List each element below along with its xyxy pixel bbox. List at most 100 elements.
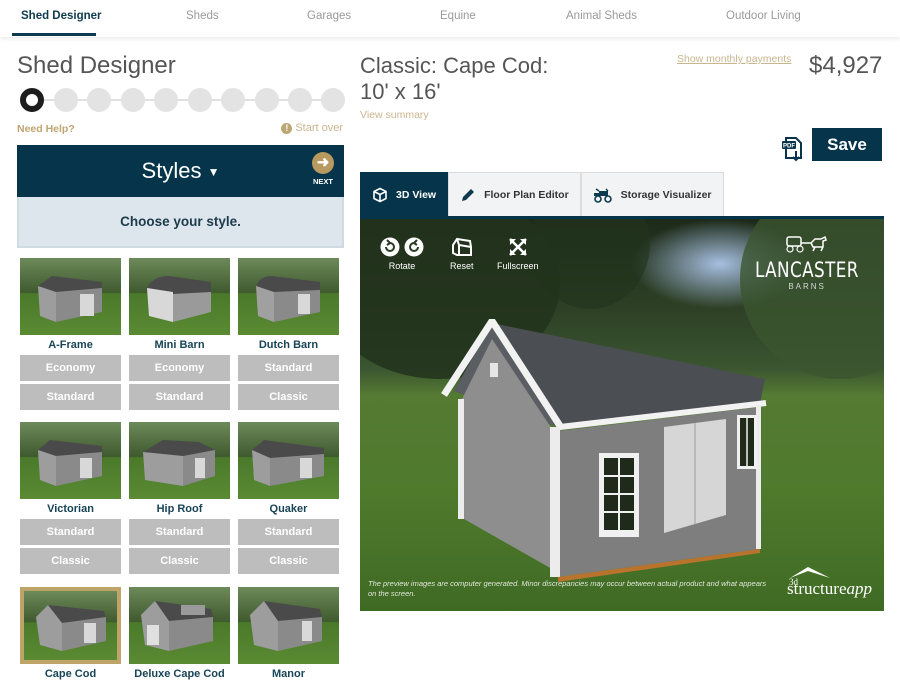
nav-animal-sheds[interactable]: Animal Sheds	[566, 10, 637, 22]
nav-equine[interactable]: Equine	[440, 10, 476, 22]
nav-outdoor-living[interactable]: Outdoor Living	[726, 10, 801, 22]
step-4[interactable]	[120, 88, 145, 112]
option-button[interactable]: Standard	[238, 355, 339, 381]
style-name[interactable]: Quaker	[238, 503, 339, 517]
shed-3d-model	[441, 319, 767, 582]
style-thumbnail[interactable]	[238, 258, 339, 335]
tab-label: 3D View	[396, 188, 437, 201]
step-3[interactable]	[87, 88, 111, 112]
option-button[interactable]: Classic	[238, 384, 339, 410]
product-title: Classic: Cape Cod: 10' x 16'	[360, 53, 620, 105]
style-thumbnail[interactable]	[238, 587, 339, 664]
nav-garages[interactable]: Garages	[307, 10, 351, 22]
powered-by-suffix: app	[846, 579, 873, 598]
step-7[interactable]	[221, 88, 245, 112]
instruction-box: Choose your style.	[17, 197, 344, 248]
section-title: Styles	[141, 158, 202, 183]
start-over-label: Start over	[295, 122, 343, 134]
view-tabs: 3D View Floor Plan Editor Storage Visual…	[360, 172, 724, 216]
lancaster-barns-logo: LANCASTER BARNS	[742, 235, 872, 291]
step-5[interactable]	[154, 88, 178, 112]
monthly-payments-link[interactable]: Show monthly payments	[677, 53, 791, 65]
option-button[interactable]: Classic	[238, 548, 339, 574]
style-card-manor: Manor	[238, 587, 339, 686]
tractor-icon	[593, 187, 612, 203]
style-card-dutch-barn: Dutch Barn Standard Classic	[238, 258, 339, 410]
nav-shed-designer[interactable]: Shed Designer	[21, 10, 102, 22]
style-card-deluxe-cape-cod: Deluxe Cape Cod	[129, 587, 230, 686]
style-card-cape-cod: Cape Cod	[20, 587, 121, 686]
fullscreen-icon	[508, 238, 527, 256]
product-title-line1: Classic: Cape Cod:	[360, 53, 549, 78]
powered-by-prefix: 3d	[789, 577, 799, 587]
3d-viewer[interactable]: Rotate Reset Fullscreen LANCASTER BARNS …	[360, 216, 884, 611]
style-name[interactable]: Manor	[238, 668, 339, 682]
shed-image	[38, 276, 102, 322]
save-button[interactable]: Save	[812, 128, 882, 161]
disclaimer-text: The preview images are computer generate…	[368, 579, 767, 598]
top-nav: Shed Designer Sheds Garages Equine Anima…	[0, 0, 900, 37]
need-help-link[interactable]: Need Help?	[17, 123, 75, 135]
style-name[interactable]: Victorian	[20, 503, 121, 517]
style-thumbnail[interactable]	[20, 258, 121, 335]
option-button[interactable]: Economy	[129, 355, 230, 381]
page-title: Shed Designer	[17, 52, 176, 79]
pdf-download-icon[interactable]: PDF	[782, 136, 804, 162]
shed-image	[141, 601, 213, 651]
style-thumbnail[interactable]	[20, 587, 121, 664]
fullscreen-control[interactable]: Fullscreen	[497, 237, 539, 271]
style-card-mini-barn: Mini Barn Economy Standard	[129, 258, 230, 410]
style-card-a-frame: A-Frame Economy Standard	[20, 258, 121, 410]
step-2[interactable]	[53, 88, 78, 112]
step-1[interactable]	[20, 88, 44, 112]
style-thumbnail[interactable]	[129, 258, 230, 335]
reset-house-icon	[451, 237, 472, 256]
tab-floor-plan-editor[interactable]: Floor Plan Editor	[448, 172, 581, 216]
option-button[interactable]: Standard	[129, 384, 230, 410]
step-9[interactable]	[288, 88, 312, 112]
style-name[interactable]: Cape Cod	[20, 668, 121, 682]
step-10[interactable]	[321, 88, 345, 112]
rotate-left-icon[interactable]	[380, 237, 400, 257]
option-button[interactable]: Standard	[129, 519, 230, 545]
style-thumbnail[interactable]	[129, 422, 230, 499]
view-summary-link[interactable]: View summary	[360, 109, 429, 121]
shed-image	[147, 276, 211, 322]
alert-icon: !	[281, 122, 293, 134]
next-label: NEXT	[312, 177, 333, 186]
cube-icon	[373, 187, 387, 202]
step-8[interactable]	[254, 88, 279, 112]
option-button[interactable]: Classic	[129, 548, 230, 574]
option-button[interactable]: Economy	[20, 355, 121, 381]
step-6[interactable]	[187, 88, 212, 112]
rotate-control[interactable]: Rotate	[380, 237, 424, 271]
option-button[interactable]: Standard	[20, 519, 121, 545]
option-button[interactable]: Standard	[20, 384, 121, 410]
option-button[interactable]: Standard	[238, 519, 339, 545]
styles-dropdown[interactable]: Styles ▼	[17, 158, 344, 184]
active-nav-indicator	[12, 33, 96, 36]
tab-storage-visualizer[interactable]: Storage Visualizer	[580, 172, 724, 216]
style-card-hip-roof: Hip Roof Standard Classic	[129, 422, 230, 574]
start-over-link[interactable]: ! Start over	[281, 122, 343, 134]
style-name[interactable]: Mini Barn	[129, 339, 230, 353]
style-thumbnail[interactable]	[20, 422, 121, 499]
reset-control[interactable]: Reset	[450, 237, 474, 271]
next-button[interactable]: ➜ NEXT	[310, 152, 336, 186]
rotate-right-icon[interactable]	[404, 237, 424, 257]
nav-sheds[interactable]: Sheds	[186, 10, 219, 22]
section-header: Styles ▼ ➜ NEXT	[17, 145, 344, 197]
brand-sub: BARNS	[788, 282, 826, 291]
style-name[interactable]: A-Frame	[20, 339, 121, 353]
style-thumbnail[interactable]	[129, 587, 230, 664]
price: $4,927	[809, 52, 883, 79]
tab-3d-view[interactable]: 3D View	[360, 172, 449, 216]
style-name[interactable]: Hip Roof	[129, 503, 230, 517]
style-thumbnail[interactable]	[238, 422, 339, 499]
option-button[interactable]: Classic	[20, 548, 121, 574]
style-card-victorian: Victorian Standard Classic	[20, 422, 121, 574]
style-name[interactable]: Dutch Barn	[238, 339, 339, 353]
style-name[interactable]: Deluxe Cape Cod	[129, 668, 230, 682]
structureapp-logo: 3d structureapp	[787, 565, 872, 599]
pencil-icon	[462, 188, 475, 201]
